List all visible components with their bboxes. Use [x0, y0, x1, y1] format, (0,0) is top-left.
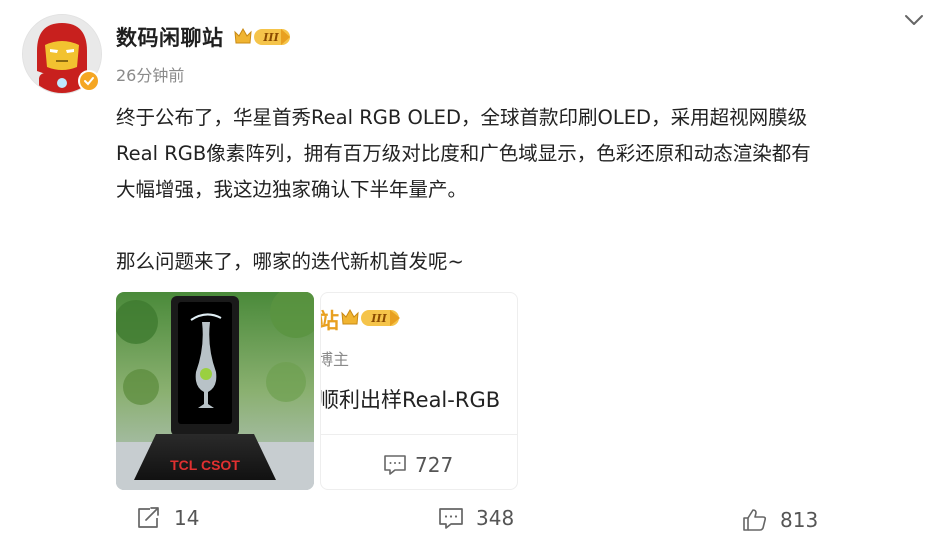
level-badge: III	[233, 26, 293, 52]
svg-text:III: III	[262, 31, 279, 44]
card-author-role: 博主	[320, 350, 350, 369]
like-button[interactable]: 813	[742, 508, 818, 532]
post-photo[interactable]: TCL CSOT	[116, 292, 314, 490]
thumbs-up-icon	[743, 509, 767, 531]
comment-button[interactable]: 348	[438, 506, 514, 530]
card-text: 顺利出样Real-RGB	[320, 388, 501, 412]
post-line: 大幅增强，我这边独家确认下半年量产。	[116, 178, 468, 201]
author-name[interactable]: 数码闲聊站	[116, 22, 224, 52]
more-options-button[interactable]	[902, 10, 926, 30]
comment-count: 348	[476, 506, 515, 530]
card-divider	[321, 434, 517, 435]
comment-icon	[384, 455, 406, 475]
display-stand-photo: TCL CSOT	[116, 292, 314, 490]
repost-card[interactable]: 站 III 博主 顺利出样Real-RGB 727	[320, 292, 518, 490]
card-comment-button[interactable]: 727	[383, 453, 453, 477]
weibo-post: 数码闲聊站 III 26分钟前 终于公布了，华星首秀Real RGB OLED，…	[0, 0, 947, 541]
card-comment-count: 727	[415, 453, 454, 477]
post-line: 那么问题来了，哪家的迭代新机首发呢~	[116, 250, 464, 273]
like-count: 813	[780, 508, 819, 532]
post-timestamp: 26分钟前	[116, 66, 185, 85]
post-content: 终于公布了，华星首秀Real RGB OLED，全球首款印刷OLED，采用超视网…	[116, 100, 936, 280]
post-line: 终于公布了，华星首秀Real RGB OLED，全球首款印刷OLED，采用超视网…	[116, 106, 808, 129]
svg-text:III: III	[370, 312, 387, 325]
card-level-badge: III	[340, 307, 404, 333]
share-button[interactable]: 14	[136, 506, 199, 530]
card-author-name: 站	[320, 309, 339, 333]
photo-brand-text: TCL CSOT	[170, 457, 240, 473]
share-count: 14	[174, 506, 200, 530]
post-line: Real RGB像素阵列，拥有百万级对比度和广色域显示，色彩还原和动态渲染都有	[116, 142, 811, 165]
comment-icon	[439, 508, 463, 529]
share-icon	[138, 507, 159, 528]
chevron-down-icon	[905, 15, 923, 25]
verified-badge-icon	[78, 70, 100, 92]
